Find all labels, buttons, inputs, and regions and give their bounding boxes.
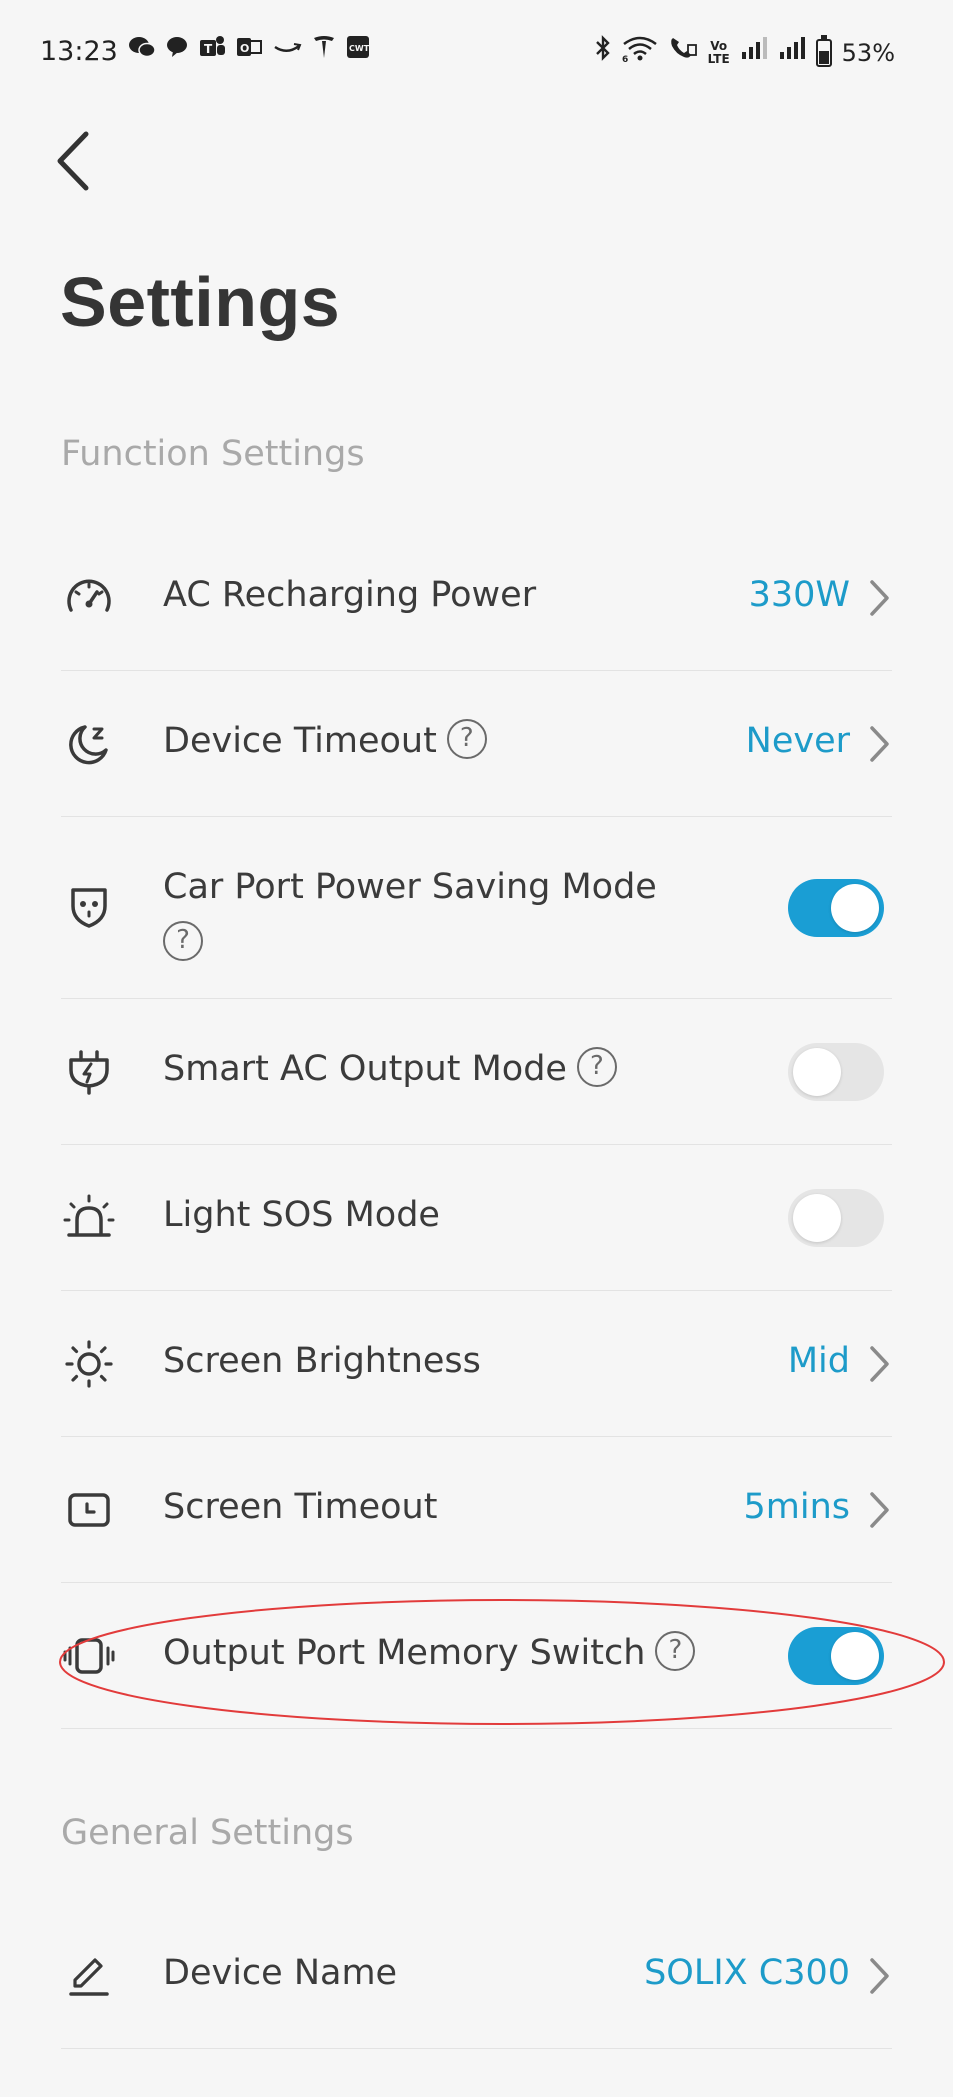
svg-text:O: O xyxy=(240,42,249,55)
setting-label: Car Port Power Saving Mode? xyxy=(163,859,723,971)
section-header-function-settings: Function Settings xyxy=(61,434,365,474)
setting-row-ac-recharging-power[interactable]: AC Recharging Power 330W xyxy=(61,525,892,671)
svg-text:T: T xyxy=(204,42,213,56)
setting-row-device-timeout[interactable]: Device Timeout? Never xyxy=(61,671,892,817)
svg-text:6: 6 xyxy=(622,55,628,62)
chat-bubble-icon xyxy=(165,35,189,68)
chevron-right-icon xyxy=(870,1492,889,1528)
help-icon[interactable]: ? xyxy=(655,1631,696,1671)
setting-label: Light SOS Mode xyxy=(163,1195,440,1235)
setting-label: Smart AC Output Mode? xyxy=(163,1047,617,1090)
bluetooth-icon xyxy=(594,34,612,71)
signal-icon xyxy=(778,35,806,70)
car-port-icon xyxy=(63,882,115,934)
toggle-knob xyxy=(831,1632,879,1680)
toggle-output-port-memory[interactable] xyxy=(788,1627,884,1685)
help-icon[interactable]: ? xyxy=(576,1047,617,1087)
chevron-right-icon xyxy=(870,726,889,762)
setting-row-device-name[interactable]: Device Name SOLIX C300 xyxy=(61,1903,892,2049)
signal-icon xyxy=(740,35,768,70)
setting-label: Screen Brightness xyxy=(163,1341,481,1381)
setting-label: AC Recharging Power xyxy=(163,575,537,615)
setting-row-light-sos[interactable]: Light SOS Mode xyxy=(61,1145,892,1291)
toggle-knob xyxy=(793,1194,841,1242)
tesla-icon xyxy=(311,34,337,69)
smart-plug-icon xyxy=(63,1046,115,1098)
pencil-icon xyxy=(63,1950,115,2002)
setting-label-text: Smart AC Output Mode xyxy=(163,1049,567,1089)
setting-label: Screen Timeout xyxy=(163,1487,438,1527)
setting-label: Output Port Memory Switch? xyxy=(163,1631,696,1674)
battery-percent: 53% xyxy=(841,38,895,67)
setting-value: Mid xyxy=(787,1341,850,1381)
system-status: 6 Vo LTE 53% xyxy=(594,34,895,71)
chevron-right-icon xyxy=(870,1346,889,1382)
toggle-knob xyxy=(831,884,879,932)
volte-icon: Vo LTE xyxy=(707,38,730,66)
wifi-icon: 6 xyxy=(622,34,658,71)
status-time: 13:23 xyxy=(40,36,118,67)
outlook-icon: O xyxy=(235,35,263,68)
setting-value: Never xyxy=(745,721,850,761)
back-button[interactable] xyxy=(48,126,104,196)
help-icon[interactable]: ? xyxy=(446,719,487,759)
notification-icons: T O CWT xyxy=(128,34,370,69)
setting-label: Device Timeout? xyxy=(163,719,487,762)
cwt-icon: CWT xyxy=(346,35,370,68)
svg-text:CWT: CWT xyxy=(349,44,370,53)
wechat-icon xyxy=(128,35,156,68)
setting-row-car-port-power-saving[interactable]: Car Port Power Saving Mode? xyxy=(61,817,892,999)
setting-row-smart-ac-output[interactable]: Smart AC Output Mode? xyxy=(61,999,892,1145)
setting-value: SOLIX C300 xyxy=(644,1953,850,1993)
toggle-knob xyxy=(793,1048,841,1096)
setting-value: 5mins xyxy=(743,1487,850,1527)
help-icon[interactable]: ? xyxy=(163,921,203,961)
port-memory-icon xyxy=(63,1630,115,1682)
chevron-right-icon xyxy=(870,1958,889,1994)
wifi-call-icon xyxy=(668,34,698,71)
speedometer-icon xyxy=(63,572,115,624)
setting-row-output-port-memory[interactable]: Output Port Memory Switch? xyxy=(61,1583,892,1729)
battery-icon xyxy=(815,34,832,67)
setting-row-screen-timeout[interactable]: Screen Timeout 5mins xyxy=(61,1437,892,1583)
teams-icon: T xyxy=(198,34,226,69)
status-bar: 13:23 T O CWT 6 Vo LTE 53% xyxy=(0,0,953,104)
toggle-light-sos[interactable] xyxy=(788,1189,884,1247)
setting-label: Device Name xyxy=(163,1953,398,1993)
setting-value: 330W xyxy=(748,575,850,615)
screen-timeout-icon xyxy=(63,1484,115,1536)
page-title: Settings xyxy=(60,263,341,341)
siren-icon xyxy=(63,1192,115,1244)
setting-label-text: Car Port Power Saving Mode xyxy=(163,867,657,907)
setting-row-screen-brightness[interactable]: Screen Brightness Mid xyxy=(61,1291,892,1437)
chevron-right-icon xyxy=(870,580,889,616)
amazon-icon xyxy=(272,35,302,68)
toggle-car-port-power-saving[interactable] xyxy=(788,879,884,937)
chevron-left-icon xyxy=(57,131,89,191)
moon-sleep-icon xyxy=(63,718,115,770)
section-header-general-settings: General Settings xyxy=(61,1813,354,1853)
setting-label-text: Device Timeout xyxy=(163,721,437,761)
setting-label-text: Output Port Memory Switch xyxy=(163,1633,646,1673)
brightness-icon xyxy=(63,1338,115,1390)
toggle-smart-ac-output[interactable] xyxy=(788,1043,884,1101)
